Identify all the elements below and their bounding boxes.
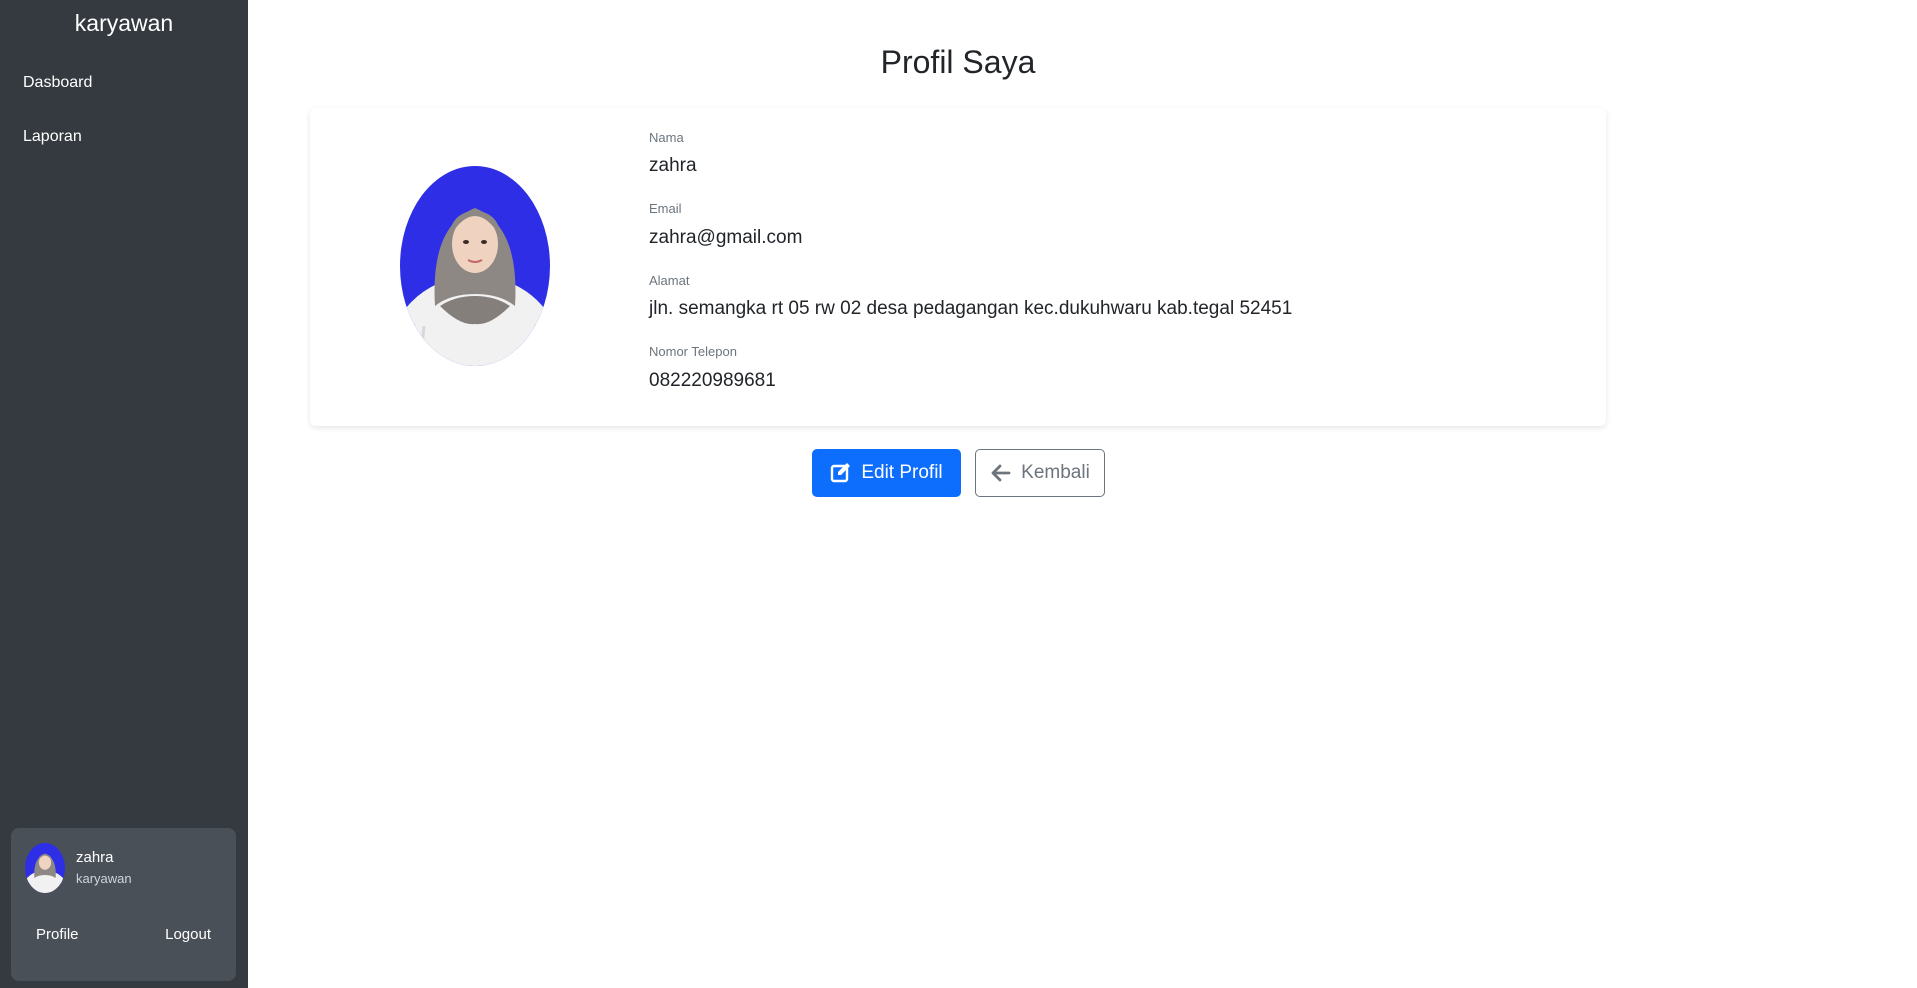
user-role: karyawan [76,871,132,886]
sidebar: karyawan Dasboard Laporan zahra karyawan… [0,0,248,988]
profile-photo [400,166,550,366]
edit-profile-button[interactable]: Edit Profil [812,449,961,497]
telepon-value: 082220989681 [649,370,776,391]
alamat-value: jln. semangka rt 05 rw 02 desa pedaganga… [649,298,1293,319]
alamat-label: Alamat [649,273,690,288]
page-title: Profil Saya [880,44,1036,80]
edit-icon [830,462,852,484]
profile-photo-image [400,166,550,366]
sidebar-brand: karyawan [74,10,174,36]
email-label: Email [649,201,682,216]
user-name: zahra [76,849,114,866]
sidebar-item-dasboard[interactable]: Dasboard [23,74,92,92]
user-card: zahra karyawan Profile Logout [11,828,236,981]
avatar [25,843,65,893]
avatar-photo [25,843,65,893]
arrow-left-icon [990,462,1012,484]
sidebar-item-laporan[interactable]: Laporan [23,128,82,146]
nama-label: Nama [649,130,684,145]
email-value: zahra@gmail.com [649,227,803,248]
back-button[interactable]: Kembali [975,449,1105,497]
nama-value: zahra [649,155,697,176]
profile-card: Nama zahra Email zahra@gmail.com Alamat … [310,108,1606,426]
profile-link[interactable]: Profile [36,926,79,943]
telepon-label: Nomor Telepon [649,344,737,359]
edit-profile-label: Edit Profil [861,462,943,483]
back-label: Kembali [1021,462,1090,483]
logout-link[interactable]: Logout [165,926,211,943]
